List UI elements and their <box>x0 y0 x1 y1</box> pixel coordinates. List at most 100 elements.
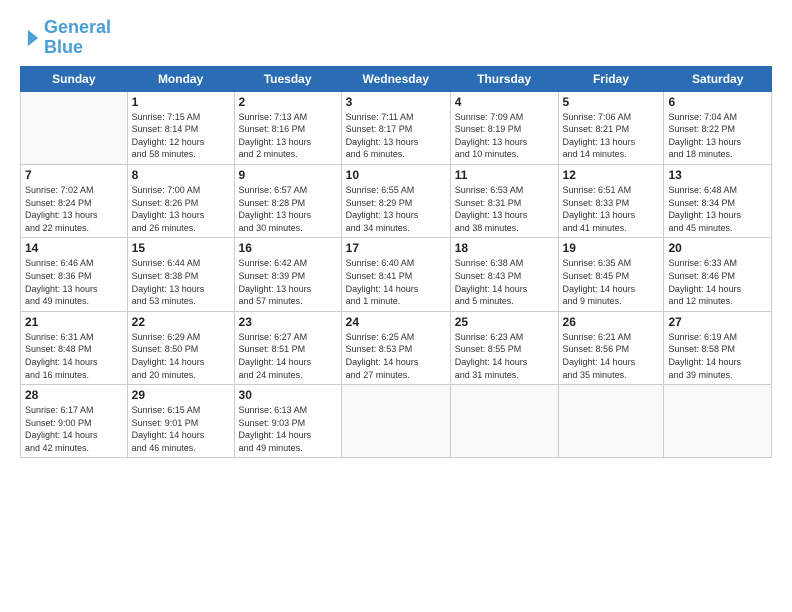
logo-text: General Blue <box>44 18 111 58</box>
calendar-cell: 11 Sunrise: 6:53 AM Sunset: 8:31 PM Dayli… <box>450 164 558 237</box>
day-number: 2 <box>239 95 337 109</box>
calendar-cell: 15 Sunrise: 6:44 AM Sunset: 8:38 PM Dayli… <box>127 238 234 311</box>
day-number: 4 <box>455 95 554 109</box>
day-info: Sunrise: 6:25 AM Sunset: 8:53 PM Dayligh… <box>346 331 446 381</box>
day-info: Sunrise: 6:57 AM Sunset: 8:28 PM Dayligh… <box>239 184 337 234</box>
calendar-cell: 4 Sunrise: 7:09 AM Sunset: 8:19 PM Daylig… <box>450 91 558 164</box>
day-number: 6 <box>668 95 767 109</box>
day-info: Sunrise: 6:29 AM Sunset: 8:50 PM Dayligh… <box>132 331 230 381</box>
calendar-cell: 10 Sunrise: 6:55 AM Sunset: 8:29 PM Dayli… <box>341 164 450 237</box>
logo-icon <box>22 27 44 49</box>
day-number: 30 <box>239 388 337 402</box>
week-row-5: 28 Sunrise: 6:17 AM Sunset: 9:00 PM Dayli… <box>21 385 772 458</box>
day-info: Sunrise: 6:46 AM Sunset: 8:36 PM Dayligh… <box>25 257 123 307</box>
day-info: Sunrise: 6:13 AM Sunset: 9:03 PM Dayligh… <box>239 404 337 454</box>
day-number: 22 <box>132 315 230 329</box>
day-info: Sunrise: 7:11 AM Sunset: 8:17 PM Dayligh… <box>346 111 446 161</box>
week-row-3: 14 Sunrise: 6:46 AM Sunset: 8:36 PM Dayli… <box>21 238 772 311</box>
day-info: Sunrise: 6:38 AM Sunset: 8:43 PM Dayligh… <box>455 257 554 307</box>
weekday-header-monday: Monday <box>127 66 234 91</box>
calendar-cell: 16 Sunrise: 6:42 AM Sunset: 8:39 PM Dayli… <box>234 238 341 311</box>
day-number: 17 <box>346 241 446 255</box>
day-number: 18 <box>455 241 554 255</box>
day-info: Sunrise: 7:13 AM Sunset: 8:16 PM Dayligh… <box>239 111 337 161</box>
day-info: Sunrise: 6:17 AM Sunset: 9:00 PM Dayligh… <box>25 404 123 454</box>
weekday-header-friday: Friday <box>558 66 664 91</box>
day-info: Sunrise: 7:09 AM Sunset: 8:19 PM Dayligh… <box>455 111 554 161</box>
calendar-cell: 25 Sunrise: 6:23 AM Sunset: 8:55 PM Dayli… <box>450 311 558 384</box>
day-number: 11 <box>455 168 554 182</box>
calendar-cell: 17 Sunrise: 6:40 AM Sunset: 8:41 PM Dayli… <box>341 238 450 311</box>
weekday-header-wednesday: Wednesday <box>341 66 450 91</box>
calendar-cell: 18 Sunrise: 6:38 AM Sunset: 8:43 PM Dayli… <box>450 238 558 311</box>
calendar-cell: 1 Sunrise: 7:15 AM Sunset: 8:14 PM Daylig… <box>127 91 234 164</box>
day-number: 10 <box>346 168 446 182</box>
calendar-cell: 14 Sunrise: 6:46 AM Sunset: 8:36 PM Dayli… <box>21 238 128 311</box>
day-number: 29 <box>132 388 230 402</box>
day-info: Sunrise: 6:44 AM Sunset: 8:38 PM Dayligh… <box>132 257 230 307</box>
logo: General Blue <box>20 18 111 58</box>
day-number: 14 <box>25 241 123 255</box>
weekday-header-tuesday: Tuesday <box>234 66 341 91</box>
day-number: 26 <box>563 315 660 329</box>
day-number: 3 <box>346 95 446 109</box>
day-number: 27 <box>668 315 767 329</box>
day-info: Sunrise: 6:35 AM Sunset: 8:45 PM Dayligh… <box>563 257 660 307</box>
calendar-cell: 19 Sunrise: 6:35 AM Sunset: 8:45 PM Dayli… <box>558 238 664 311</box>
day-info: Sunrise: 6:23 AM Sunset: 8:55 PM Dayligh… <box>455 331 554 381</box>
calendar-cell: 20Sunrise: 6:33 AM Sunset: 8:46 PM Dayli… <box>664 238 772 311</box>
calendar-cell: 6 Sunrise: 7:04 AM Sunset: 8:22 PM Daylig… <box>664 91 772 164</box>
day-number: 15 <box>132 241 230 255</box>
day-number: 24 <box>346 315 446 329</box>
calendar-cell: 2 Sunrise: 7:13 AM Sunset: 8:16 PM Daylig… <box>234 91 341 164</box>
weekday-header-thursday: Thursday <box>450 66 558 91</box>
day-number: 5 <box>563 95 660 109</box>
day-info: Sunrise: 6:21 AM Sunset: 8:56 PM Dayligh… <box>563 331 660 381</box>
day-info: Sunrise: 6:19 AM Sunset: 8:58 PM Dayligh… <box>668 331 767 381</box>
day-info: Sunrise: 6:31 AM Sunset: 8:48 PM Dayligh… <box>25 331 123 381</box>
calendar-cell <box>341 385 450 458</box>
day-number: 9 <box>239 168 337 182</box>
day-info: Sunrise: 6:42 AM Sunset: 8:39 PM Dayligh… <box>239 257 337 307</box>
day-info: Sunrise: 7:15 AM Sunset: 8:14 PM Dayligh… <box>132 111 230 161</box>
day-number: 1 <box>132 95 230 109</box>
calendar-cell: 30 Sunrise: 6:13 AM Sunset: 9:03 PM Dayli… <box>234 385 341 458</box>
calendar-cell: 5Sunrise: 7:06 AM Sunset: 8:21 PM Daylig… <box>558 91 664 164</box>
calendar-cell: 21Sunrise: 6:31 AM Sunset: 8:48 PM Dayli… <box>21 311 128 384</box>
calendar-cell: 12 Sunrise: 6:51 AM Sunset: 8:33 PM Dayli… <box>558 164 664 237</box>
day-number: 13 <box>668 168 767 182</box>
header: General Blue <box>20 18 772 58</box>
calendar-cell: 26 Sunrise: 6:21 AM Sunset: 8:56 PM Dayli… <box>558 311 664 384</box>
day-number: 12 <box>563 168 660 182</box>
weekday-header-row: SundayMondayTuesdayWednesdayThursdayFrid… <box>21 66 772 91</box>
weekday-header-sunday: Sunday <box>21 66 128 91</box>
day-number: 16 <box>239 241 337 255</box>
day-info: Sunrise: 6:15 AM Sunset: 9:01 PM Dayligh… <box>132 404 230 454</box>
calendar-cell: 3 Sunrise: 7:11 AM Sunset: 8:17 PM Daylig… <box>341 91 450 164</box>
week-row-1: 1 Sunrise: 7:15 AM Sunset: 8:14 PM Daylig… <box>21 91 772 164</box>
day-info: Sunrise: 6:27 AM Sunset: 8:51 PM Dayligh… <box>239 331 337 381</box>
day-number: 8 <box>132 168 230 182</box>
day-number: 25 <box>455 315 554 329</box>
day-info: Sunrise: 7:02 AM Sunset: 8:24 PM Dayligh… <box>25 184 123 234</box>
day-number: 23 <box>239 315 337 329</box>
day-info: Sunrise: 6:51 AM Sunset: 8:33 PM Dayligh… <box>563 184 660 234</box>
day-info: Sunrise: 6:55 AM Sunset: 8:29 PM Dayligh… <box>346 184 446 234</box>
week-row-4: 21Sunrise: 6:31 AM Sunset: 8:48 PM Dayli… <box>21 311 772 384</box>
week-row-2: 7Sunrise: 7:02 AM Sunset: 8:24 PM Daylig… <box>21 164 772 237</box>
day-info: Sunrise: 6:40 AM Sunset: 8:41 PM Dayligh… <box>346 257 446 307</box>
calendar-cell: 23 Sunrise: 6:27 AM Sunset: 8:51 PM Dayli… <box>234 311 341 384</box>
day-info: Sunrise: 7:04 AM Sunset: 8:22 PM Dayligh… <box>668 111 767 161</box>
calendar: SundayMondayTuesdayWednesdayThursdayFrid… <box>20 66 772 459</box>
calendar-cell: 28 Sunrise: 6:17 AM Sunset: 9:00 PM Dayli… <box>21 385 128 458</box>
day-info: Sunrise: 6:53 AM Sunset: 8:31 PM Dayligh… <box>455 184 554 234</box>
calendar-cell: 7Sunrise: 7:02 AM Sunset: 8:24 PM Daylig… <box>21 164 128 237</box>
day-number: 28 <box>25 388 123 402</box>
day-info: Sunrise: 7:00 AM Sunset: 8:26 PM Dayligh… <box>132 184 230 234</box>
day-number: 20 <box>668 241 767 255</box>
calendar-cell: 27 Sunrise: 6:19 AM Sunset: 8:58 PM Dayli… <box>664 311 772 384</box>
day-number: 19 <box>563 241 660 255</box>
day-info: Sunrise: 6:48 AM Sunset: 8:34 PM Dayligh… <box>668 184 767 234</box>
calendar-cell: 8 Sunrise: 7:00 AM Sunset: 8:26 PM Daylig… <box>127 164 234 237</box>
calendar-cell: 9 Sunrise: 6:57 AM Sunset: 8:28 PM Daylig… <box>234 164 341 237</box>
